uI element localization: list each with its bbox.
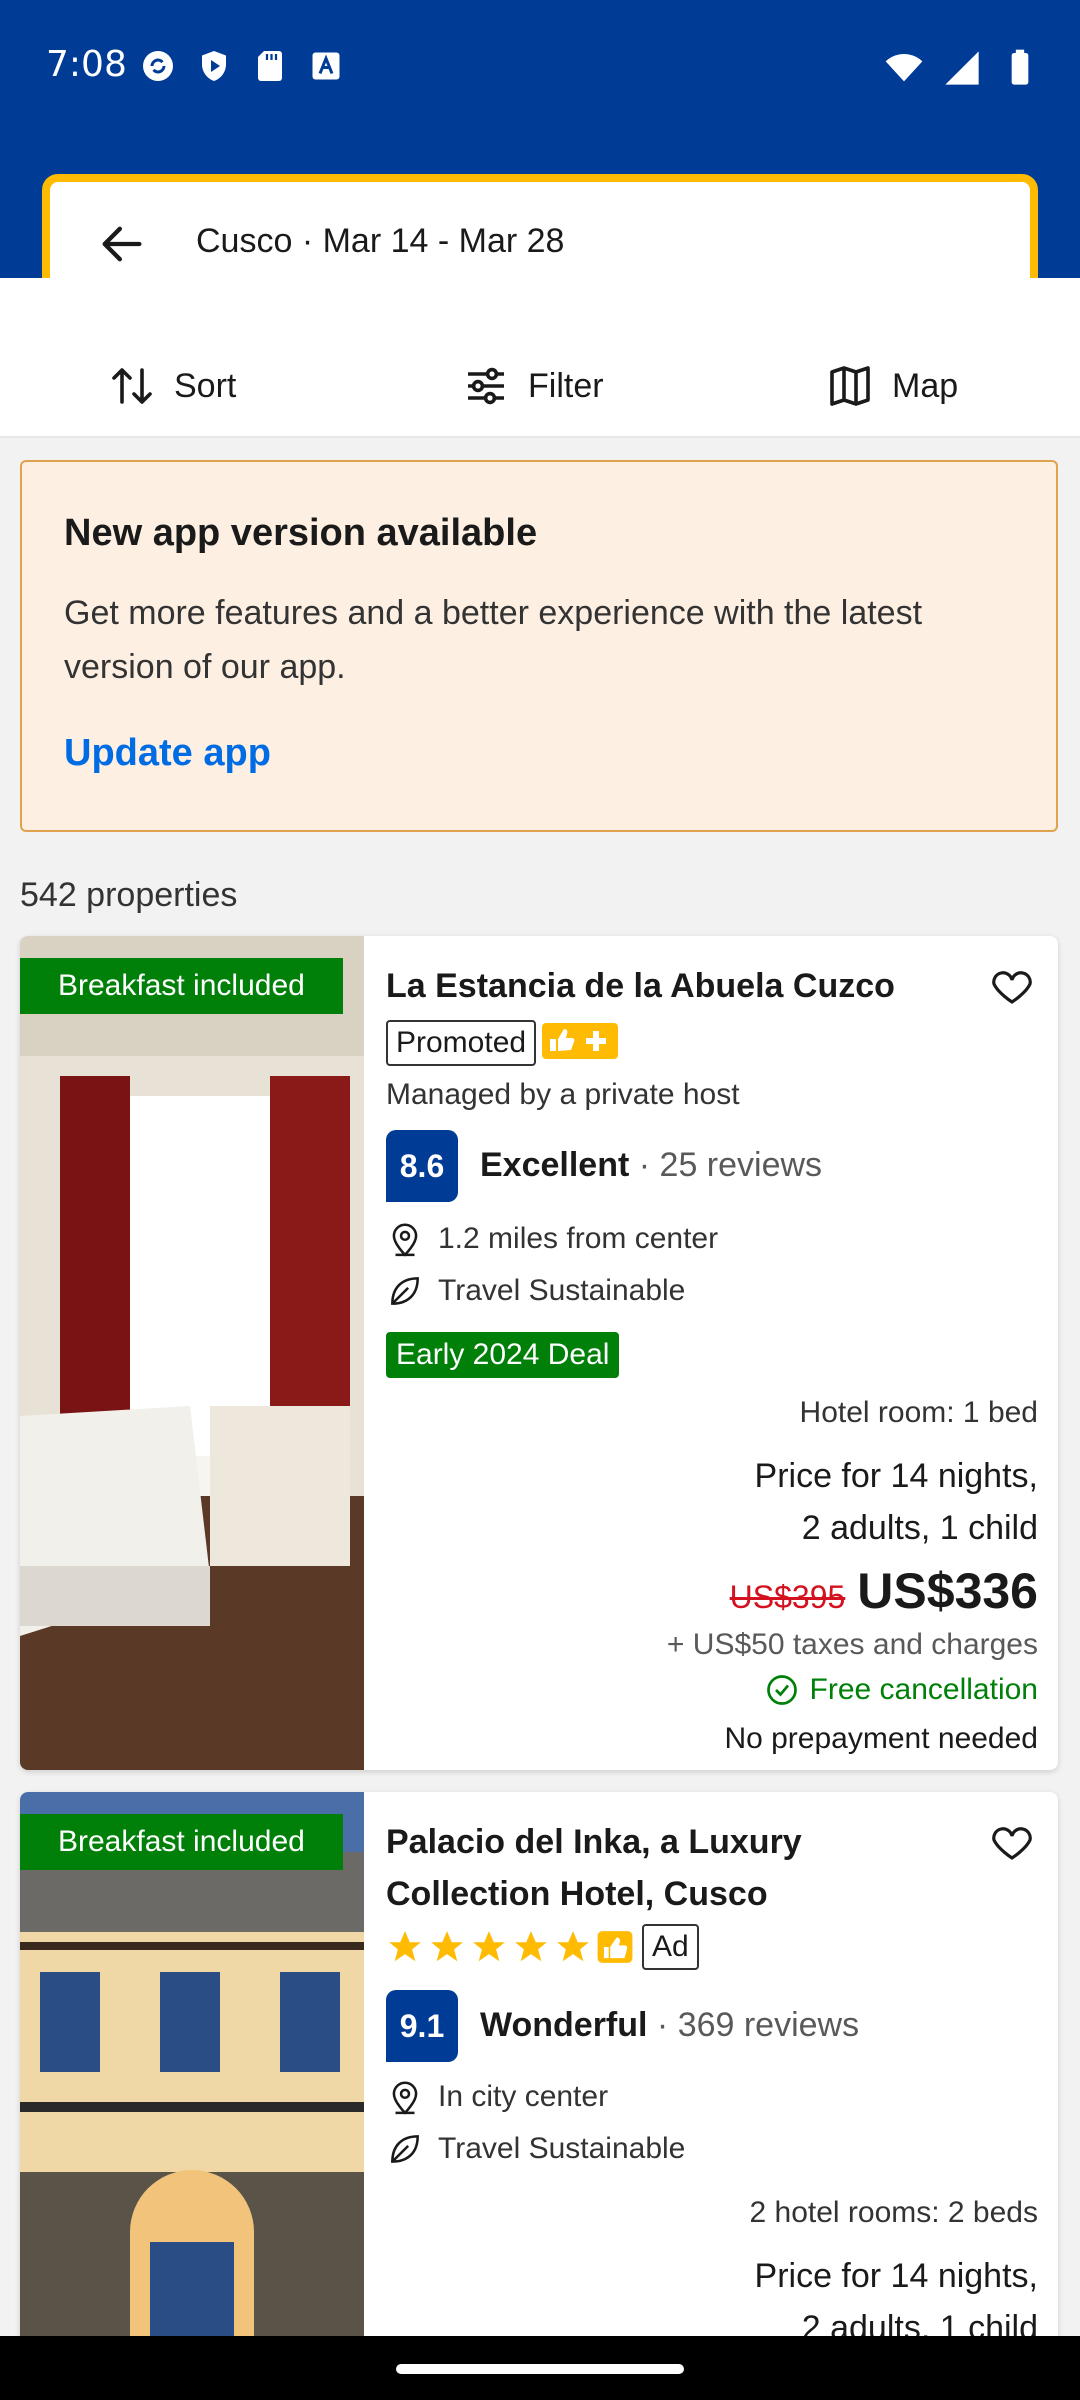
room-type: Hotel room: 1 bed: [799, 1396, 1038, 1429]
update-banner: New app version available Get more featu…: [20, 460, 1058, 832]
search-query[interactable]: Cusco · Mar 14 - Mar 28: [196, 222, 564, 261]
check-circle-icon: [766, 1675, 797, 1705]
system-icons: [884, 48, 1040, 88]
filter-button[interactable]: Filter: [462, 356, 604, 416]
banner-title: New app version available: [64, 512, 538, 554]
distance-row: In city center: [386, 2078, 608, 2116]
property-card[interactable]: Breakfast included Palacio del Inka, a L…: [20, 1792, 1058, 2352]
property-info: La Estancia de la Abuela Cuzco Promoted …: [386, 936, 1038, 1770]
thumbs-up-icon: [597, 1931, 633, 1963]
deal-badge: Early 2024 Deal: [386, 1332, 620, 1378]
banner-body: Get more features and a better experienc…: [64, 594, 923, 686]
taxes-text: + US$50 taxes and charges: [666, 1628, 1038, 1661]
star-icon: [515, 1931, 547, 1962]
rating-word: Excellent: [480, 1146, 630, 1184]
prepayment-text: No prepayment needed: [724, 1722, 1038, 1755]
price-for-line1: Price for 14 nights,: [754, 2257, 1038, 2295]
sync-icon: [140, 48, 176, 84]
distance-text: In city center: [438, 2080, 609, 2113]
star-rating: Ad: [386, 1924, 699, 1970]
header: 7:08 Cusco · Mar 14 - Mar 28: [0, 0, 1080, 310]
signal-icon: [945, 51, 979, 85]
results-count: 542 properties: [20, 876, 238, 914]
filter-label: Filter: [528, 366, 604, 405]
results-toolbar: Sort Filter Map: [0, 278, 1080, 438]
rating-word: Wonderful: [480, 2006, 648, 2044]
heart-icon[interactable]: [988, 1818, 1036, 1866]
property-name[interactable]: Palacio del Inka, a Luxury Collection Ho…: [386, 1816, 946, 1920]
home-gesture-handle[interactable]: [396, 2364, 684, 2374]
breakfast-badge: Breakfast included: [20, 958, 343, 1014]
review-count: · 25 reviews: [638, 1146, 823, 1184]
review-score: 8.6: [386, 1130, 458, 1202]
map-label: Map: [892, 366, 959, 405]
sort-icon: [112, 368, 152, 404]
filter-icon: [468, 367, 504, 405]
cancellation-text: Free cancellation: [809, 1673, 1038, 1706]
breakfast-badge: Breakfast included: [20, 1814, 343, 1870]
price-for-label: Price for 14 nights, 2 adults, 1 child: [755, 1450, 1038, 1554]
review-score: 9.1: [386, 1990, 458, 2062]
sustainable-text: Travel Sustainable: [438, 1274, 686, 1307]
distance-text: 1.2 miles from center: [438, 1222, 719, 1255]
property-card[interactable]: Breakfast included La Estancia de la Abu…: [20, 936, 1058, 1770]
font-icon: [308, 48, 344, 84]
sustainable-text: Travel Sustainable: [438, 2132, 686, 2165]
gesture-nav-bar: [0, 2336, 1080, 2400]
sustainable-row: Travel Sustainable: [386, 2130, 685, 2168]
wifi-icon: [885, 54, 923, 82]
notification-icons: [140, 48, 344, 84]
rating-summary: Excellent · 25 reviews: [480, 1146, 822, 1185]
distance-row: 1.2 miles from center: [386, 1220, 718, 1258]
star-icon: [389, 1931, 421, 1962]
location-pin-icon: [392, 1223, 418, 1257]
property-name[interactable]: La Estancia de la Abuela Cuzco: [386, 960, 946, 1012]
star-icon: [557, 1931, 589, 1962]
room-type: 2 hotel rooms: 2 beds: [749, 2196, 1038, 2229]
thumbs-up-plus-icon: [542, 1021, 619, 1066]
sort-label: Sort: [174, 366, 237, 405]
sd-card-icon: [252, 48, 288, 84]
location-pin-icon: [392, 2081, 418, 2115]
promoted-label: Promoted: [386, 1020, 537, 1066]
map-icon: [830, 366, 870, 406]
property-photo[interactable]: [20, 1792, 364, 2352]
current-price: US$336: [857, 1563, 1038, 1619]
star-icon: [431, 1931, 463, 1962]
star-icon: [473, 1931, 505, 1962]
property-photo[interactable]: [20, 936, 364, 1770]
battery-icon: [1011, 49, 1029, 85]
price-for-line2: 2 adults, 1 child: [801, 1509, 1038, 1547]
heart-icon[interactable]: [988, 962, 1036, 1010]
price-for-line1: Price for 14 nights,: [754, 1457, 1038, 1495]
old-price: US$395: [729, 1579, 846, 1615]
price-row: US$395 US$336: [730, 1562, 1038, 1620]
status-bar: 7:08: [0, 0, 1080, 132]
leaf-icon: [391, 2135, 419, 2163]
update-app-link[interactable]: Update app: [64, 732, 271, 775]
property-info: Palacio del Inka, a Luxury Collection Ho…: [386, 1792, 1038, 2352]
cancellation-row: Free cancellation: [764, 1672, 1038, 1708]
sort-button[interactable]: Sort: [108, 356, 236, 416]
sustainable-row: Travel Sustainable: [386, 1272, 685, 1310]
ad-label: Ad: [642, 1924, 699, 1970]
shield-play-icon: [196, 48, 232, 84]
review-count: · 369 reviews: [656, 2006, 860, 2044]
map-button[interactable]: Map: [826, 356, 958, 416]
host-text: Managed by a private host: [386, 1078, 740, 1111]
status-time: 7:08: [46, 44, 127, 85]
rating-summary: Wonderful · 369 reviews: [480, 2006, 859, 2045]
back-arrow-icon[interactable]: [96, 218, 148, 270]
leaf-icon: [391, 1277, 419, 1305]
